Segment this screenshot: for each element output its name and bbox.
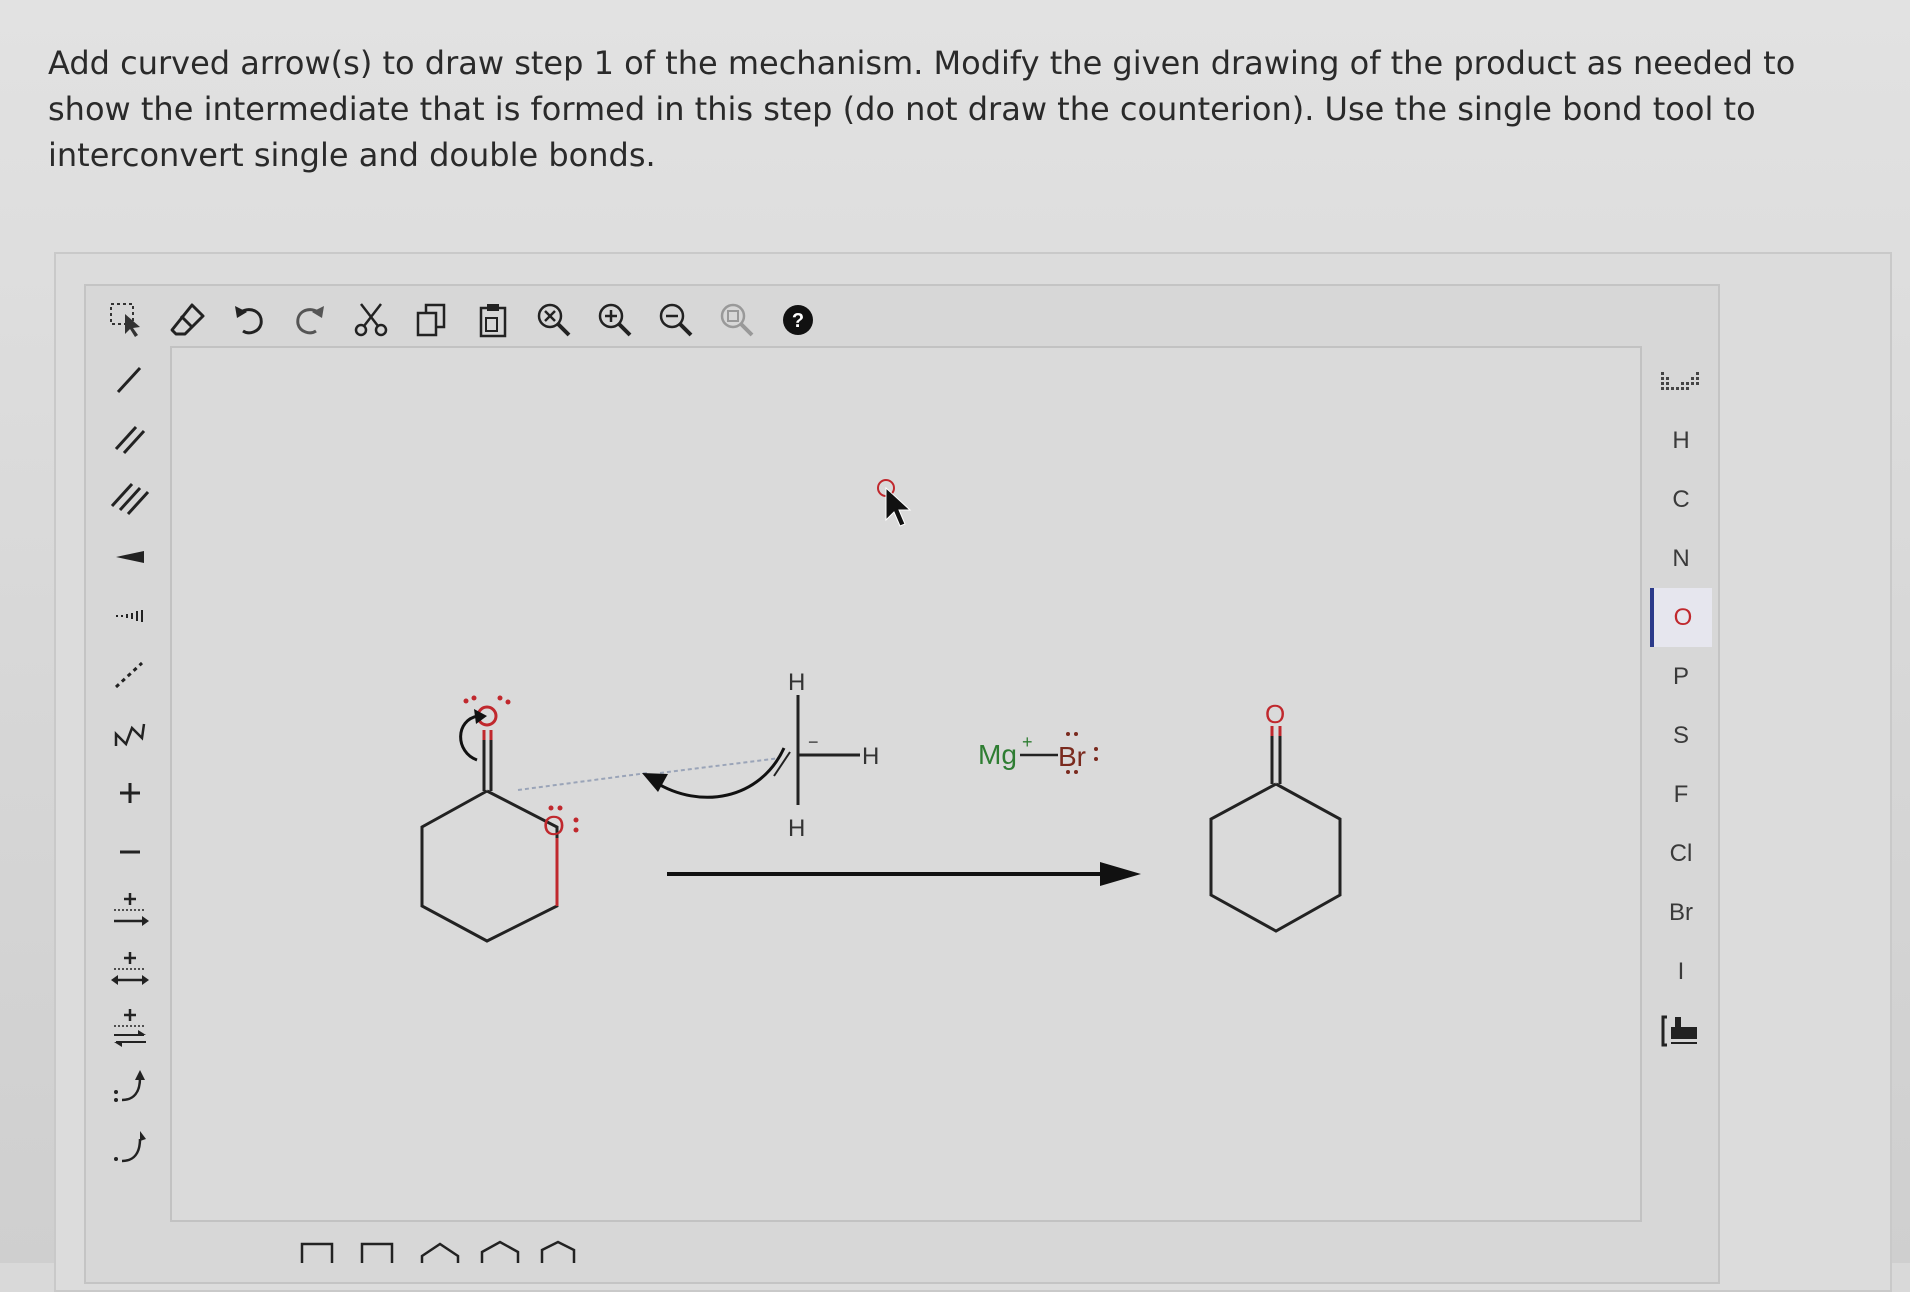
drawing-canvas[interactable] — [170, 346, 1642, 1222]
curved-arrow-pair-icon[interactable] — [96, 1058, 164, 1117]
double-bond-icon[interactable] — [96, 409, 164, 468]
dashed-bond-icon[interactable] — [96, 645, 164, 704]
hash-bond-icon[interactable] — [96, 586, 164, 645]
element-cl[interactable]: Cl — [1650, 824, 1712, 883]
scissors-icon[interactable] — [340, 292, 401, 348]
question-instructions: Add curved arrow(s) to draw step 1 of th… — [48, 44, 1796, 174]
cyclopentane-template-icon[interactable] — [360, 1242, 394, 1263]
periodic-table-icon[interactable] — [1650, 352, 1712, 411]
element-panel: H C N O P S F Cl Br I — [1650, 352, 1712, 1060]
eraser-icon[interactable] — [157, 292, 218, 348]
undo-icon[interactable] — [218, 292, 279, 348]
paste-icon[interactable] — [462, 292, 523, 348]
chain-icon[interactable] — [96, 704, 164, 763]
zoom-out-icon[interactable] — [645, 292, 706, 348]
triple-bond-icon[interactable] — [96, 468, 164, 527]
resonance-arrow-icon[interactable] — [96, 940, 164, 999]
cycloheptane-template-icon[interactable] — [540, 1240, 576, 1263]
top-toolbar: ? — [96, 292, 828, 348]
element-i[interactable]: I — [1650, 942, 1712, 1001]
svg-text:?: ? — [791, 310, 803, 332]
zoom-in-icon[interactable] — [584, 292, 645, 348]
copy-icon[interactable] — [401, 292, 462, 348]
zoom-fit-icon[interactable] — [706, 292, 767, 348]
element-o[interactable]: O — [1650, 588, 1712, 647]
element-h[interactable]: H — [1650, 411, 1712, 470]
help-icon[interactable]: ? — [767, 292, 828, 348]
ring-templates — [300, 1238, 580, 1263]
single-bond-icon[interactable] — [96, 350, 164, 409]
zoom-reset-icon[interactable] — [523, 292, 584, 348]
left-toolbar — [96, 350, 164, 1176]
element-n[interactable]: N — [1650, 529, 1712, 588]
minus-icon[interactable] — [96, 822, 164, 881]
benzene-template-icon[interactable] — [480, 1240, 520, 1263]
select-lasso-icon[interactable] — [96, 292, 157, 348]
element-p[interactable]: P — [1650, 647, 1712, 706]
element-br[interactable]: Br — [1650, 883, 1712, 942]
atom-list-icon[interactable] — [1650, 1001, 1712, 1060]
element-c[interactable]: C — [1650, 470, 1712, 529]
redo-icon[interactable] — [279, 292, 340, 348]
plus-icon[interactable] — [96, 763, 164, 822]
element-s[interactable]: S — [1650, 706, 1712, 765]
element-f[interactable]: F — [1650, 765, 1712, 824]
equilibrium-arrow-icon[interactable] — [96, 999, 164, 1058]
cyclohexane-template-icon[interactable] — [420, 1242, 460, 1263]
curved-arrow-single-icon[interactable] — [96, 1117, 164, 1176]
cyclobutane-template-icon[interactable] — [300, 1242, 334, 1263]
wedge-bond-icon[interactable] — [96, 527, 164, 586]
reaction-arrow-icon[interactable] — [96, 881, 164, 940]
